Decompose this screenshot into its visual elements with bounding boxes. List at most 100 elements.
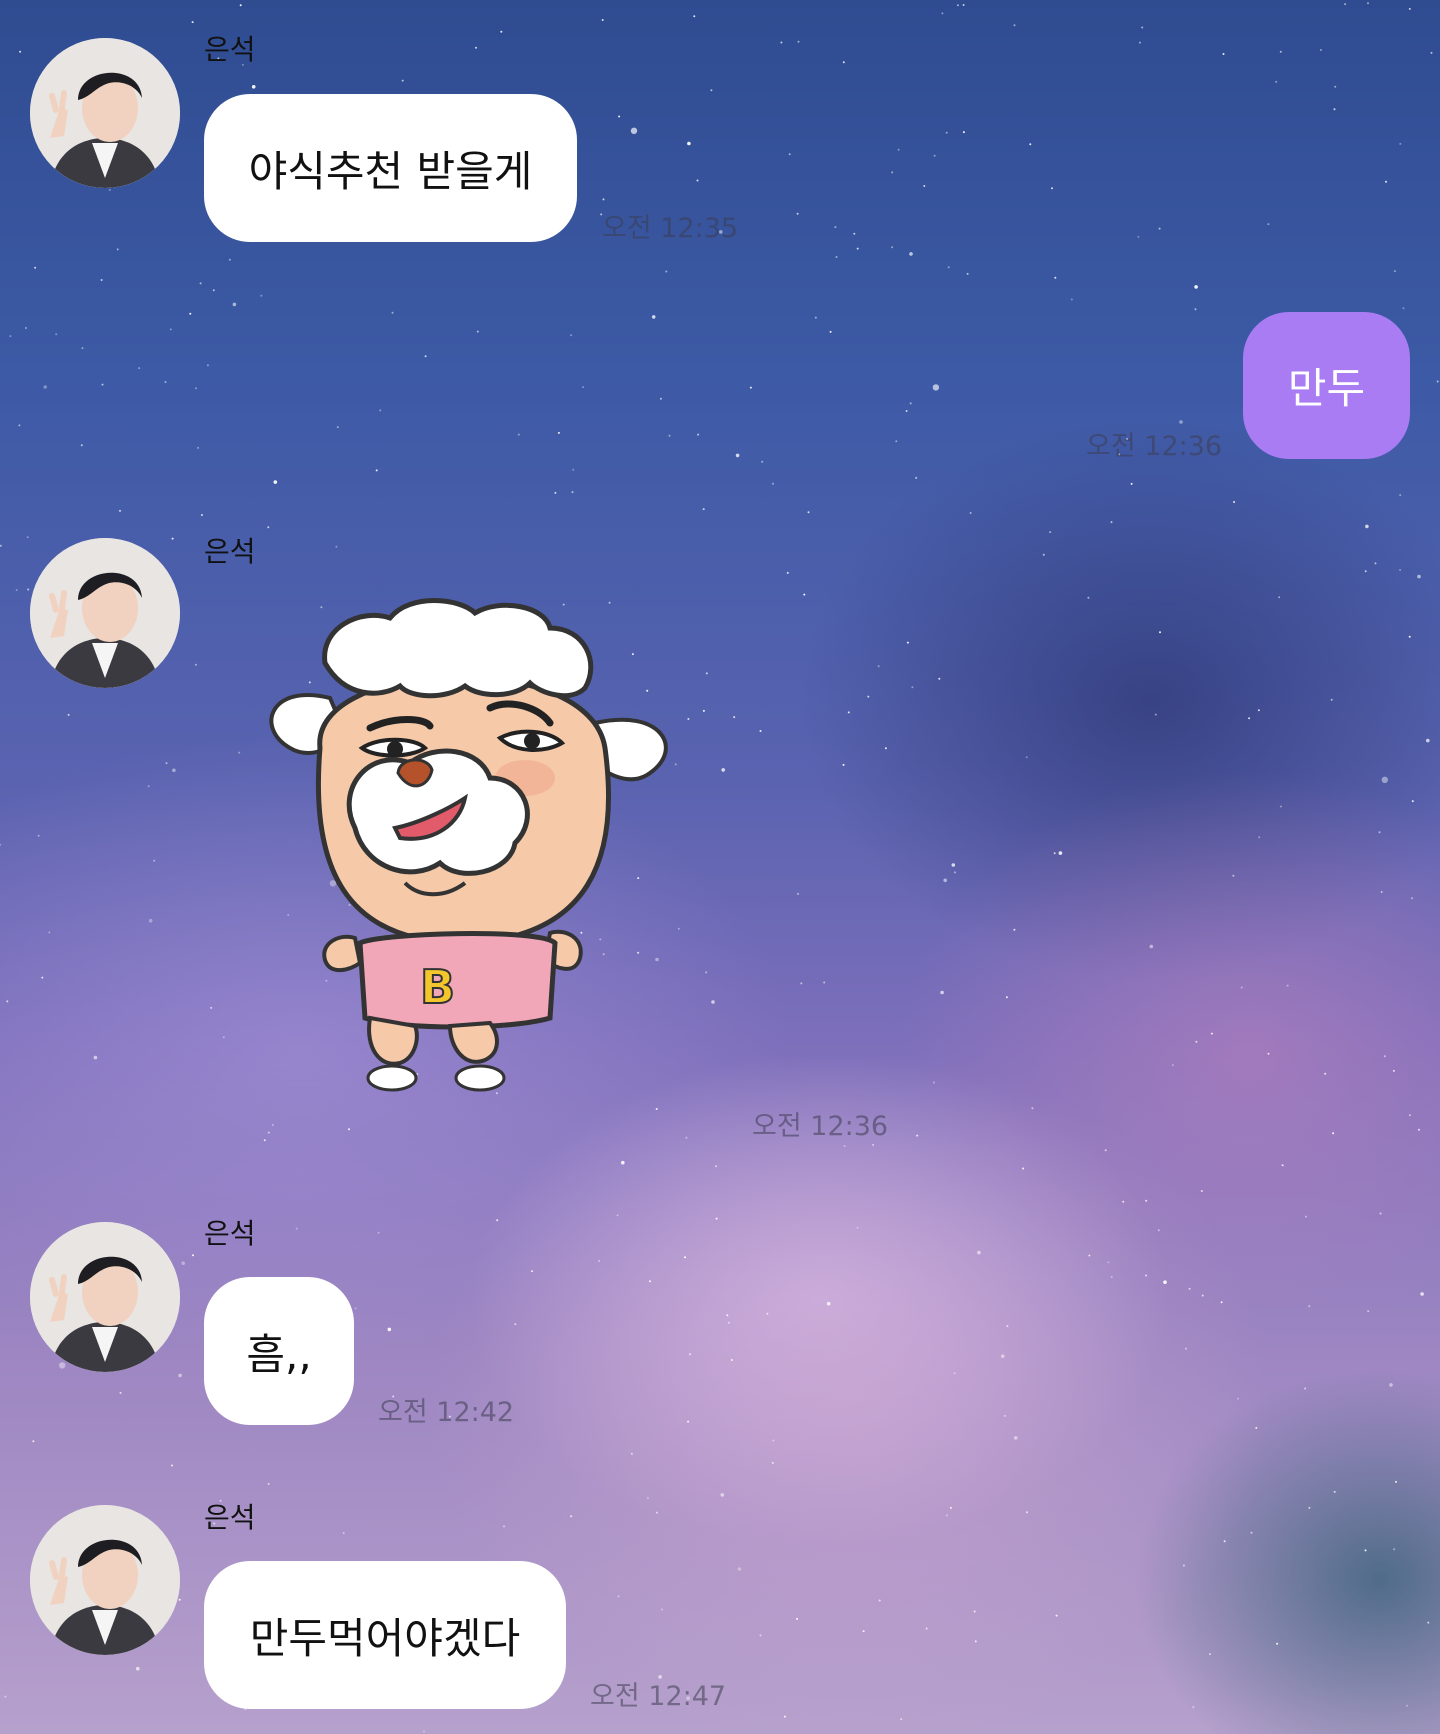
star (18, 424, 21, 427)
star (941, 12, 944, 15)
star (1192, 1706, 1195, 1709)
star (1209, 1653, 1211, 1656)
star (27, 588, 30, 591)
star (853, 232, 856, 235)
star (570, 1515, 573, 1518)
star (1286, 984, 1289, 987)
star (733, 716, 736, 719)
star (1051, 187, 1053, 190)
star (925, 1627, 928, 1630)
message-text: 만두 (1287, 364, 1366, 413)
star (80, 444, 83, 447)
star (973, 1610, 976, 1613)
star (354, 1307, 357, 1310)
star (1275, 80, 1278, 83)
avatar[interactable] (30, 538, 180, 688)
star (169, 328, 172, 331)
star (387, 1327, 392, 1332)
star (210, 1006, 213, 1009)
star (375, 469, 378, 472)
star (684, 1256, 686, 1259)
star (1257, 709, 1260, 712)
star (59, 1362, 66, 1369)
star (1333, 1490, 1336, 1493)
star (1145, 1274, 1148, 1277)
star (951, 863, 956, 867)
star (171, 1464, 173, 1467)
star (570, 334, 573, 337)
star (1319, 49, 1322, 51)
my-message-bubble[interactable]: 만두 (1243, 312, 1410, 459)
star (1258, 836, 1261, 839)
sheep-sticker[interactable]: B (250, 598, 695, 1108)
star (906, 641, 909, 644)
star (1054, 276, 1057, 279)
star (1138, 41, 1141, 44)
star (1233, 501, 1236, 503)
star (1332, 1132, 1335, 1135)
message-bubble[interactable]: 만두먹어야겠다 (204, 1561, 566, 1709)
star (267, 526, 270, 529)
avatar[interactable] (30, 38, 180, 188)
star (19, 50, 22, 53)
star (856, 1226, 859, 1229)
star (1364, 1549, 1367, 1552)
star (1408, 1114, 1411, 1117)
star (656, 1511, 658, 1514)
star (1025, 756, 1028, 759)
star (947, 266, 950, 269)
star (1157, 1229, 1160, 1232)
star (500, 30, 503, 33)
star (147, 785, 150, 788)
star (665, 270, 668, 273)
star (1278, 596, 1281, 599)
star (916, 1134, 919, 1137)
star (267, 1131, 270, 1134)
message-bubble[interactable]: 야식추천 받을게 (204, 94, 577, 242)
star (55, 333, 58, 336)
star (571, 491, 574, 494)
star (1149, 944, 1154, 949)
star (1430, 51, 1433, 54)
message-text: 흠,, (246, 1329, 312, 1379)
star (1058, 851, 1063, 855)
star (900, 1718, 903, 1721)
star (1280, 805, 1282, 808)
star (616, 1214, 619, 1217)
star (1195, 1040, 1198, 1043)
star (702, 709, 705, 712)
star (136, 1666, 140, 1671)
star (377, 1231, 380, 1234)
star (1013, 24, 1016, 27)
avatar[interactable] (30, 1505, 180, 1655)
star (197, 446, 199, 449)
avatar[interactable] (30, 1222, 180, 1372)
message-timestamp: 오전 12:36 (1086, 431, 1223, 462)
sender-name: 은석 (204, 1501, 256, 1534)
star (1427, 1621, 1430, 1624)
star (618, 115, 621, 118)
starfield-background (0, 2, 1439, 1733)
star (1026, 1511, 1028, 1514)
star (401, 79, 404, 82)
star (1240, 986, 1243, 989)
star (702, 508, 705, 511)
star (661, 1608, 663, 1611)
star (1393, 1548, 1396, 1551)
star (1171, 1064, 1174, 1067)
message-bubble[interactable]: 흠,, (204, 1277, 354, 1425)
star (476, 330, 479, 333)
star (582, 386, 585, 389)
star (1163, 1280, 1167, 1284)
star (867, 695, 870, 698)
star (1411, 800, 1414, 803)
star (517, 433, 520, 436)
star (194, 387, 197, 390)
star (1053, 852, 1056, 855)
star (843, 1145, 846, 1147)
star (260, 294, 263, 297)
star (531, 1270, 533, 1273)
star (93, 1055, 98, 1060)
star (974, 1640, 977, 1643)
star (962, 131, 965, 134)
